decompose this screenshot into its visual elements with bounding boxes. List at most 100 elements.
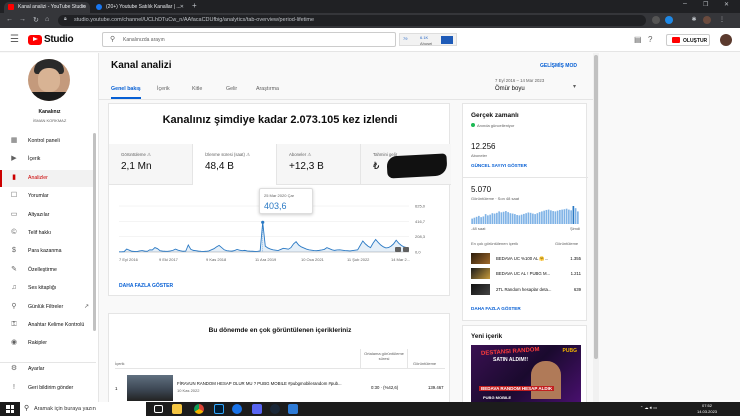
tab-4[interactable]: Araştırma (256, 86, 279, 92)
browser-tab[interactable]: (20+) Youtube Satılık Kanallar | ... ✕ (92, 2, 188, 13)
sidebar-item-competitors[interactable]: ◉ Rakipler (0, 335, 96, 352)
column-views[interactable]: Görüntüleme (413, 361, 436, 366)
realtime-bar[interactable] (568, 209, 570, 224)
close-tab-icon[interactable]: ✕ (180, 4, 184, 10)
realtime-bar[interactable] (496, 212, 498, 224)
url-bar[interactable]: 🔒︎ studio.youtube.com/channel/UCLhDTuCw_… (58, 15, 646, 26)
sidebar-item-audio-library[interactable]: ♫ Ses kitaplığı (0, 280, 96, 297)
realtime-bar[interactable] (484, 214, 487, 224)
back-icon[interactable]: ← (6, 16, 13, 23)
peak-point[interactable] (261, 220, 265, 224)
realtime-bar[interactable] (543, 210, 545, 224)
realtime-show-more-link[interactable]: DAHA FAZLA GÖSTER (471, 306, 521, 311)
sidebar-item-comments[interactable]: ☐ Yorumlar (0, 188, 96, 205)
maximize-window-icon[interactable]: ❐ (703, 1, 708, 8)
forward-icon[interactable]: → (19, 16, 26, 23)
date-period-select[interactable]: Ömür boyu (495, 86, 525, 92)
realtime-bar[interactable] (520, 214, 523, 224)
realtime-bar[interactable] (547, 209, 550, 224)
realtime-bar-chart[interactable] (471, 204, 579, 224)
realtime-bar[interactable] (480, 217, 482, 224)
search-input[interactable]: ⚲ Kanalınızda arayın (102, 32, 396, 47)
realtime-bar[interactable] (473, 217, 476, 224)
realtime-bar[interactable] (538, 212, 541, 224)
realtime-bar[interactable] (574, 208, 577, 224)
realtime-bar[interactable] (511, 213, 514, 224)
realtime-bar[interactable] (527, 212, 530, 224)
realtime-bar[interactable] (475, 216, 478, 224)
realtime-bar[interactable] (498, 211, 500, 224)
realtime-bar[interactable] (563, 209, 566, 224)
realtime-bar[interactable] (505, 211, 507, 224)
browser-tab-active[interactable]: Kanal analizi - YouTube Studio ✕ (4, 2, 90, 13)
chart-settings-icon[interactable] (403, 247, 409, 252)
realtime-bar[interactable] (487, 215, 489, 224)
tab-0[interactable]: Genel bakış (111, 86, 141, 92)
realtime-bar[interactable] (502, 211, 505, 224)
help-icon[interactable]: ? (648, 35, 652, 44)
realtime-bar[interactable] (556, 210, 559, 224)
realtime-bar[interactable] (493, 213, 496, 224)
file-explorer-icon[interactable] (172, 404, 182, 414)
realtime-bar[interactable] (482, 216, 485, 224)
advanced-mode-link[interactable]: GELİŞMİŞ MOD (540, 63, 577, 69)
sidebar-item-content[interactable]: ▶ İçerik (0, 151, 96, 168)
chart-zoom-icon[interactable] (395, 247, 401, 252)
date-range-text[interactable]: 7 Eyl 2016 – 14 Mar 2023 (495, 78, 544, 83)
sidebar-item-dashboard[interactable]: ▦ Kontrol paneli (0, 133, 96, 150)
realtime-bar[interactable] (491, 213, 494, 224)
sidebar-item-customization[interactable]: ✎ Özelleştirme (0, 262, 96, 279)
realtime-bar[interactable] (509, 213, 512, 224)
steam-icon[interactable] (270, 404, 280, 414)
messages-icon[interactable]: ▤ (634, 35, 642, 44)
chevron-down-icon[interactable]: ▾ (573, 83, 576, 90)
channel-avatar[interactable] (28, 59, 70, 101)
edge-icon[interactable] (232, 404, 242, 414)
tab-1[interactable]: İçerik (157, 86, 170, 92)
extension-widget[interactable]: 79 6.1K Ahusei (399, 33, 457, 46)
realtime-bar[interactable] (561, 209, 563, 224)
chrome-icon[interactable] (194, 404, 204, 414)
metric-watch-time[interactable]: İzlenme süresi (saat) ⚠︎ 48,4 B (193, 144, 277, 185)
realtime-bar[interactable] (532, 213, 534, 224)
reload-icon[interactable]: ↻ (33, 16, 39, 24)
sidebar-item-keyword[interactable]: ⚿ Anahtar Kelime Kontrolü (0, 317, 96, 334)
realtime-list-item[interactable]: BEDAVA UC %100 AL 🤗... 1.355 (471, 253, 581, 266)
minimize-window-icon[interactable]: – (683, 0, 687, 7)
extension-icon[interactable] (652, 16, 660, 24)
task-view-icon[interactable] (154, 405, 163, 413)
taskbar-search[interactable]: ⚲ Aramak için buraya yazın (20, 402, 146, 416)
realtime-bar[interactable] (577, 211, 579, 224)
realtime-bar[interactable] (545, 209, 548, 224)
realtime-bar[interactable] (529, 212, 532, 224)
home-icon[interactable]: ⌂ (45, 16, 49, 23)
realtime-bar[interactable] (507, 212, 509, 224)
sidebar-scrollbar[interactable] (93, 133, 96, 331)
browser-menu-icon[interactable]: ⋮ (718, 16, 726, 24)
realtime-bar[interactable] (550, 210, 552, 224)
column-content[interactable]: İçerik (115, 361, 125, 366)
realtime-bar[interactable] (478, 215, 480, 224)
close-tab-icon[interactable]: ✕ (82, 4, 86, 10)
realtime-bar[interactable] (570, 210, 572, 224)
system-tray[interactable]: ⌃ ☁ 🔊︎ ▭ (640, 405, 657, 410)
realtime-list-item[interactable]: 2TL Random hesaplar deta... 639 (471, 284, 581, 297)
close-window-icon[interactable]: ✕ (724, 1, 729, 8)
windows-start-icon[interactable] (6, 405, 14, 413)
realtime-bar[interactable] (523, 213, 525, 224)
sidebar-item-feedback[interactable]: ! Geri bildirim gönder (0, 380, 96, 397)
metric-views[interactable]: Görüntüleme ⚠︎ 2,1 Mn (109, 144, 193, 185)
realtime-bar[interactable] (554, 211, 557, 224)
app-icon[interactable] (288, 404, 298, 414)
show-more-link[interactable]: DAHA FAZLA GÖSTER (119, 283, 173, 289)
realtime-bar[interactable] (518, 215, 521, 224)
sidebar-item-settings[interactable]: ⚙ Ayarlar (0, 361, 96, 378)
metric-subscribers[interactable]: Aboneler ⚠︎ +12,3 B (277, 144, 361, 185)
create-button[interactable]: OLUŞTUR (666, 34, 710, 46)
realtime-bar[interactable] (565, 208, 568, 224)
realtime-bar[interactable] (500, 212, 503, 224)
realtime-bar[interactable] (552, 211, 554, 224)
table-row[interactable]: 1 FİRAVUN RANDOM HESAP OLUR MU ? PUBG MO… (115, 373, 445, 401)
see-live-count-link[interactable]: GÜNCEL SAYIYI GÖSTER (471, 163, 527, 168)
new-video-thumbnail[interactable]: DESTANSI RANDOM SATIN ALDIM!! BEDAVA RAN… (471, 345, 581, 405)
